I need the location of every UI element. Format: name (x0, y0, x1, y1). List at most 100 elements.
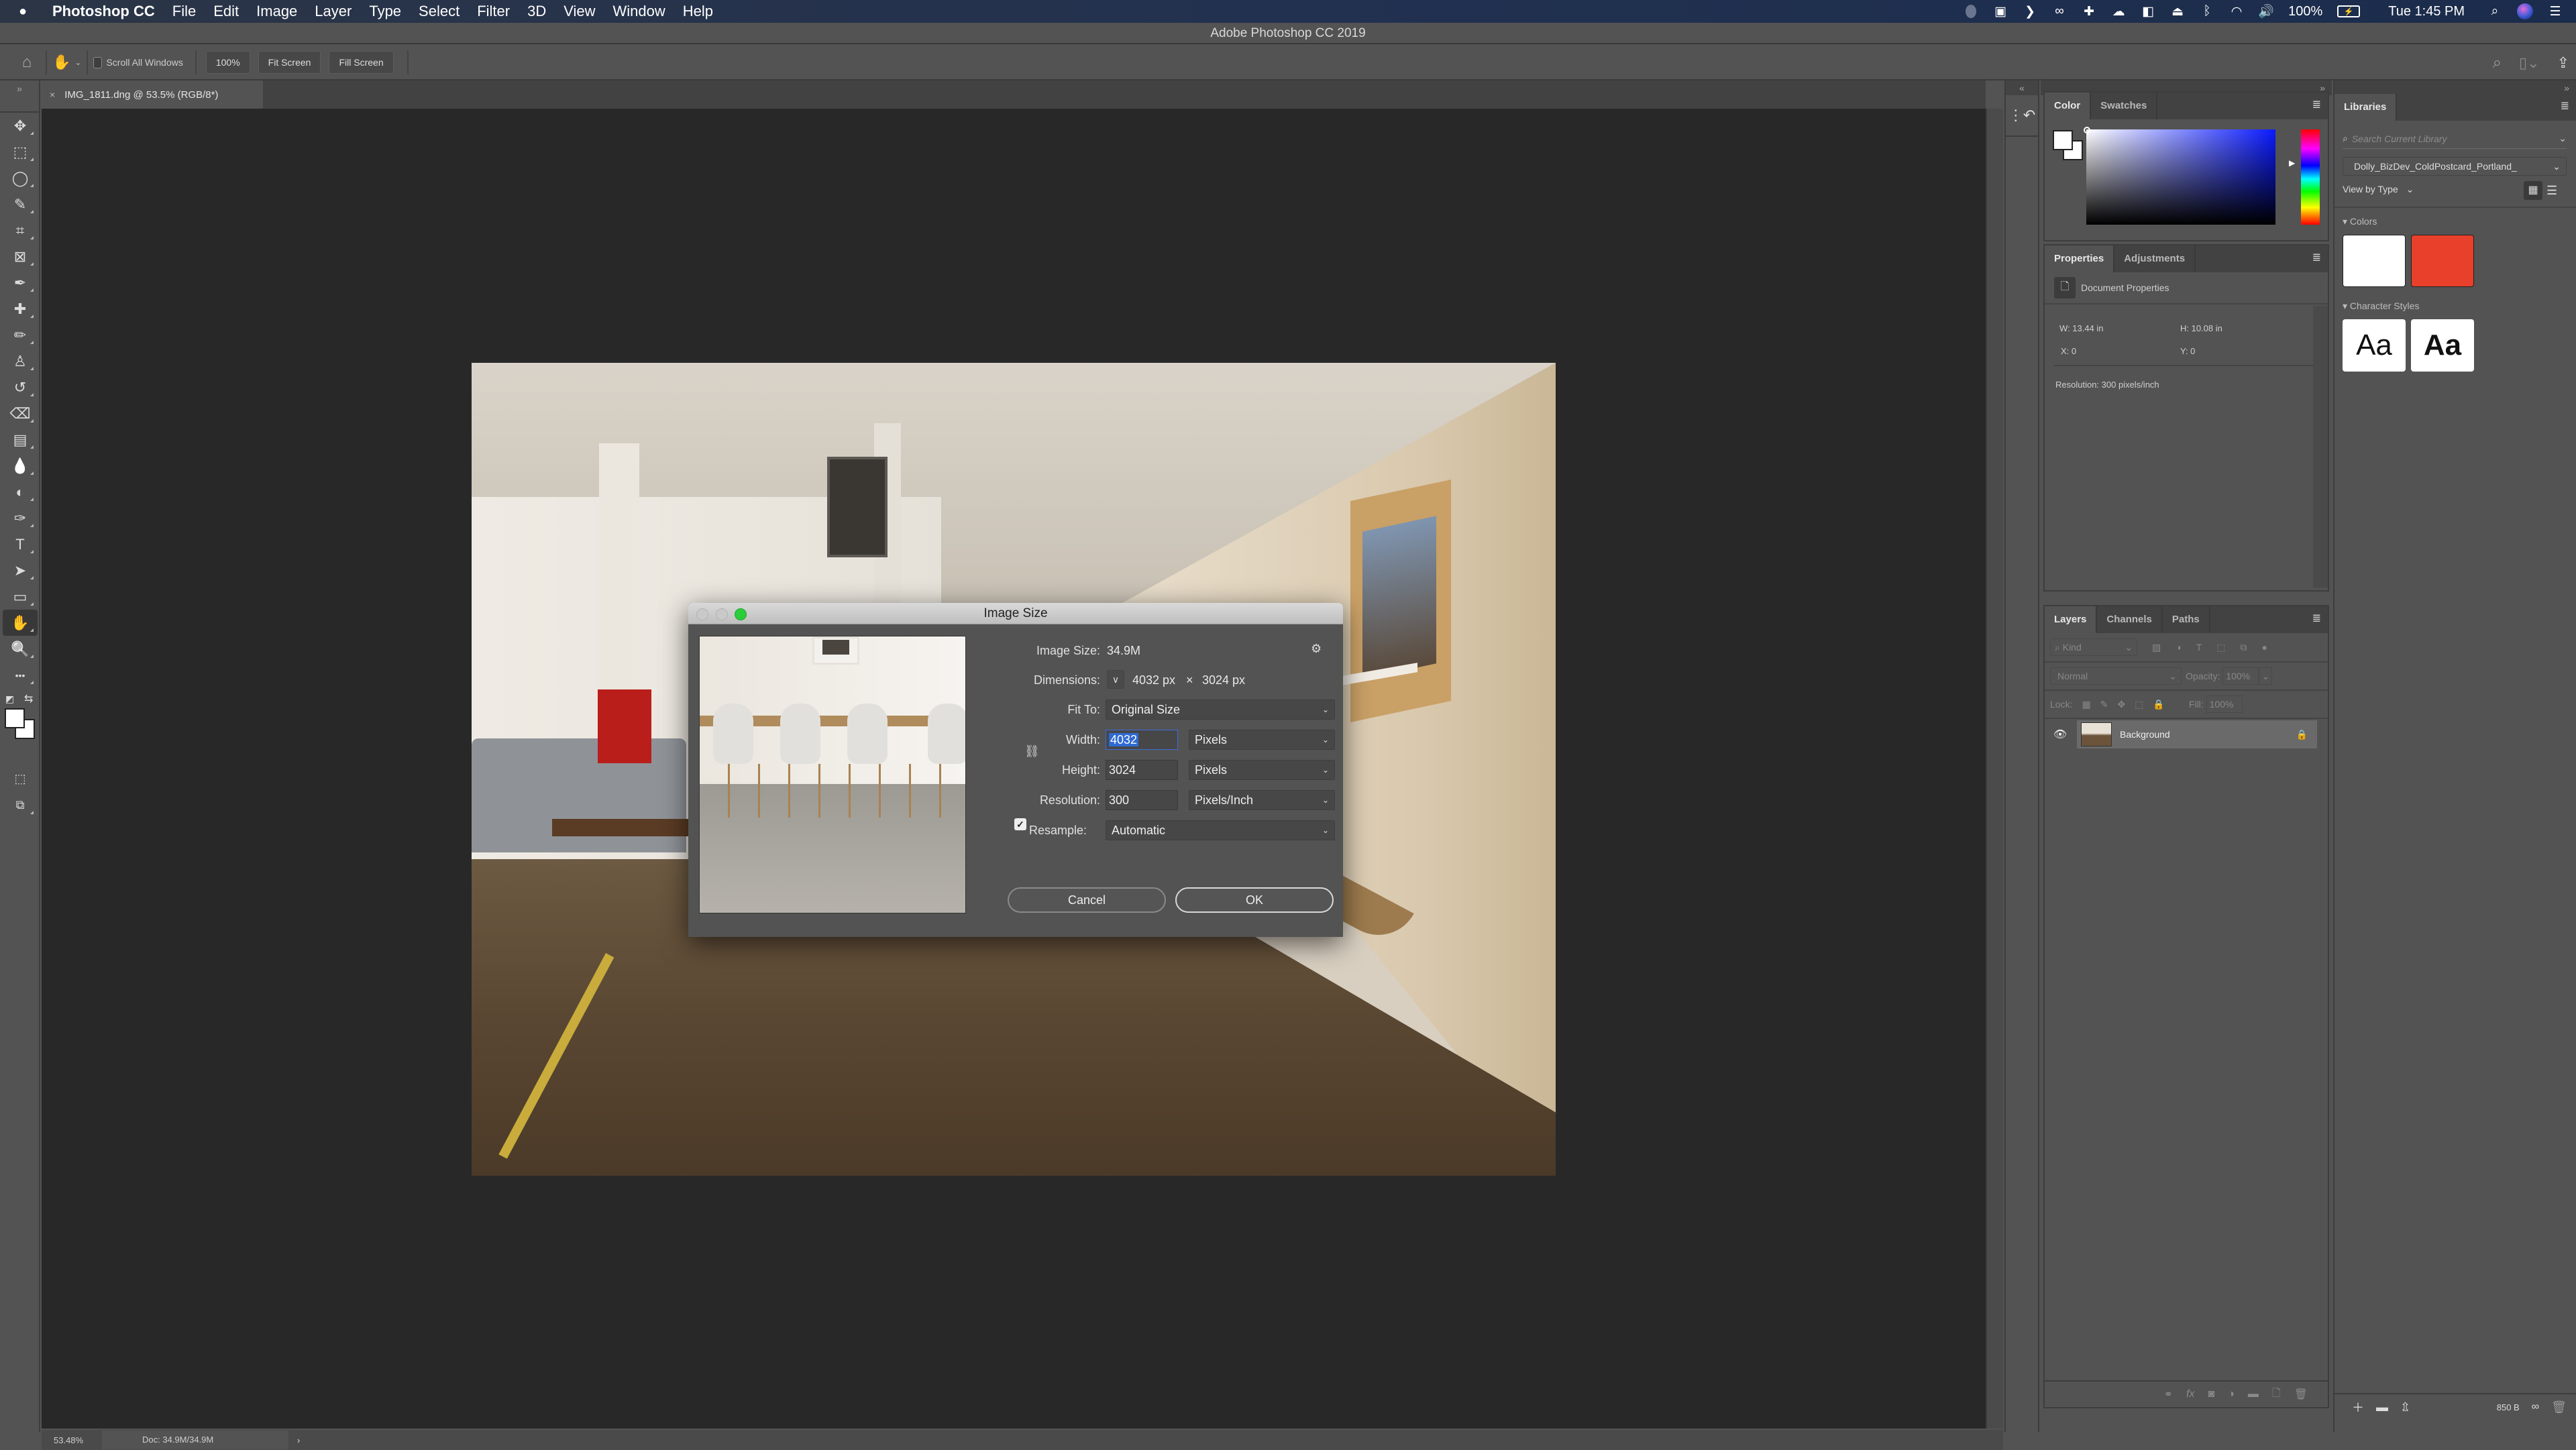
add-content-icon[interactable]: ＋ (2352, 1398, 2364, 1416)
bookmark-app-icon[interactable]: ▣ (1993, 4, 2008, 19)
library-select[interactable]: Dolly_BizDev_ColdPostcard_Portland_ ⌄ (2343, 157, 2567, 176)
height-input[interactable]: 3024 (1106, 760, 1178, 780)
home-icon[interactable]: ⌂ (13, 53, 40, 72)
lock-all-icon[interactable]: 🔒 (2153, 699, 2164, 710)
delete-layer-icon[interactable]: 🗑 (2294, 1388, 2308, 1401)
lock-artboard-icon[interactable]: ⬚ (2135, 699, 2143, 710)
properties-scrollbar[interactable] (2313, 306, 2328, 588)
dodge-tool[interactable]: ◐ (3, 479, 38, 505)
creative-cloud-sync-icon[interactable]: ∞ (2532, 1401, 2539, 1413)
lock-transparent-icon[interactable]: ▦ (2082, 699, 2090, 710)
plus-app-icon[interactable]: ✚ (2082, 4, 2096, 19)
chevron-down-icon[interactable]: ⌄ (74, 58, 81, 67)
opacity-dropdown-icon[interactable]: ⌄ (2259, 667, 2273, 685)
layer-name[interactable]: Background (2120, 729, 2170, 740)
library-color-white[interactable] (2343, 235, 2406, 287)
search-dropdown-icon[interactable]: ⌄ (2559, 133, 2567, 144)
resolution-input[interactable]: 300 (1106, 790, 1178, 810)
image-size-preview[interactable] (699, 636, 966, 913)
creative-cloud-icon[interactable]: ∞ (2052, 4, 2067, 19)
view-by-type-select[interactable]: View by Type ⌄ (2343, 184, 2414, 195)
marquee-tool[interactable]: ⬚ (3, 139, 38, 165)
panel-menu-icon[interactable]: ≣ (2312, 99, 2321, 111)
status-menu-arrow[interactable]: › (288, 1435, 309, 1445)
color-field[interactable] (2086, 129, 2275, 225)
expand-panels-icon[interactable]: « (2006, 80, 2038, 95)
tab-color[interactable]: Color (2045, 93, 2092, 119)
lock-image-icon[interactable]: ✎ (2100, 699, 2108, 710)
filter-toggle-icon[interactable]: ● (2262, 642, 2267, 653)
type-tool[interactable]: T (3, 531, 38, 557)
filter-type-icon[interactable]: T (2196, 642, 2202, 653)
pen-tool[interactable]: ✑ (3, 505, 38, 531)
new-layer-icon[interactable]: 🗋 (2272, 1386, 2281, 1404)
hue-slider-handle-icon[interactable]: ▶ (2289, 158, 2295, 168)
dimensions-unit-dropdown[interactable]: ∨ (1107, 670, 1124, 689)
character-style-bold[interactable]: Aa (2411, 319, 2474, 372)
bluetooth-icon[interactable]: ᛒ (2200, 4, 2214, 19)
cloud-upload-icon[interactable]: ☁ (2111, 4, 2126, 19)
resample-checkbox[interactable]: ✓ (1014, 818, 1026, 830)
hand-tool-preset-icon[interactable]: ✋ (52, 54, 70, 71)
workspace-switcher-icon[interactable]: ▯⌄ (2519, 54, 2540, 72)
frame-tool[interactable]: ⊠ (3, 243, 38, 270)
path-selection-tool[interactable]: ➤ (3, 557, 38, 583)
link-layers-icon[interactable]: ⚭ (2164, 1388, 2173, 1401)
close-tab-icon[interactable]: × (50, 89, 55, 100)
panel-menu-icon[interactable]: ≣ (2312, 252, 2321, 264)
history-brush-tool[interactable]: ↺ (3, 374, 38, 400)
collapse-libraries-icon[interactable]: » (2334, 80, 2576, 95)
panel-menu-icon[interactable]: ≣ (2561, 101, 2569, 113)
quick-mask-button[interactable]: ⬚ (3, 766, 38, 792)
blend-mode-select[interactable]: Normal ⌄ (2050, 667, 2182, 685)
notification-dot-icon[interactable] (1964, 4, 1978, 19)
filter-adjustment-icon[interactable]: ◑ (2176, 642, 2181, 653)
share-icon[interactable]: ⇪ (2557, 54, 2569, 72)
wifi-icon[interactable]: ◠ (2229, 4, 2244, 19)
menu-window[interactable]: Window (613, 3, 665, 20)
notification-center-icon[interactable]: ☰ (2548, 4, 2563, 19)
edit-toolbar[interactable]: ••• (3, 662, 38, 688)
upload-icon[interactable]: ⇫ (2400, 1400, 2410, 1414)
character-styles-header[interactable]: ▾ Character Styles (2343, 300, 2419, 312)
fill-screen-button[interactable]: Fill Screen (329, 51, 394, 74)
menu-help[interactable]: Help (683, 3, 713, 20)
menu-type[interactable]: Type (369, 3, 401, 20)
eyedropper-tool[interactable]: ✒ (3, 270, 38, 296)
opacity-field[interactable]: 100% (2222, 667, 2259, 685)
search-icon[interactable]: ⌕ (2493, 54, 2502, 72)
menu-file[interactable]: File (172, 3, 196, 20)
panel-menu-icon[interactable]: ≣ (2312, 613, 2321, 625)
library-search[interactable]: ⌕ Search Current Library ⌄ (2343, 129, 2567, 149)
zoom-level[interactable]: 53.48% (42, 1435, 102, 1445)
tab-paths[interactable]: Paths (2163, 606, 2210, 633)
resample-select[interactable]: Automatic ⌄ (1106, 820, 1335, 840)
brush-tool[interactable]: ✏ (3, 322, 38, 348)
gradient-tool[interactable]: ▤ (3, 427, 38, 453)
tab-adjustments[interactable]: Adjustments (2114, 245, 2196, 272)
lock-position-icon[interactable]: ✥ (2117, 699, 2125, 710)
rectangle-tool[interactable]: ▭ (3, 583, 38, 610)
quick-selection-tool[interactable]: ✎ (3, 191, 38, 217)
eraser-tool[interactable]: ⌫ (3, 400, 38, 427)
hue-slider[interactable] (2301, 129, 2320, 225)
layer-row[interactable]: 👁 Background 🔒 (2045, 719, 2328, 750)
checkbox-box[interactable] (93, 56, 103, 68)
blur-tool[interactable]: 💧 (3, 453, 38, 479)
menu-image[interactable]: Image (256, 3, 297, 20)
foreground-color-chip[interactable] (2053, 130, 2073, 150)
color-picker-marker-icon[interactable] (2084, 127, 2090, 133)
lasso-tool[interactable]: ◯ (3, 165, 38, 191)
height-unit-select[interactable]: Pixels ⌄ (1189, 760, 1335, 780)
library-search-input[interactable]: Search Current Library (2352, 133, 2447, 144)
settings-gear-icon[interactable]: ⚙ (1311, 642, 1322, 656)
document-tab[interactable]: × IMG_1811.dng @ 53.5% (RGB/8*) (42, 80, 263, 109)
battery-charging-icon[interactable]: ⚡ (2337, 5, 2361, 17)
width-input[interactable]: 4032 (1106, 730, 1178, 750)
filter-shape-icon[interactable]: ⬚ (2216, 642, 2225, 653)
apple-menu-icon[interactable]: ● (19, 4, 46, 19)
default-colors-icon[interactable]: ◩ (5, 693, 14, 705)
tab-swatches[interactable]: Swatches (2091, 93, 2158, 119)
airplay-icon[interactable]: ⏏ (2170, 4, 2185, 19)
healing-brush-tool[interactable]: ✚ (3, 296, 38, 322)
